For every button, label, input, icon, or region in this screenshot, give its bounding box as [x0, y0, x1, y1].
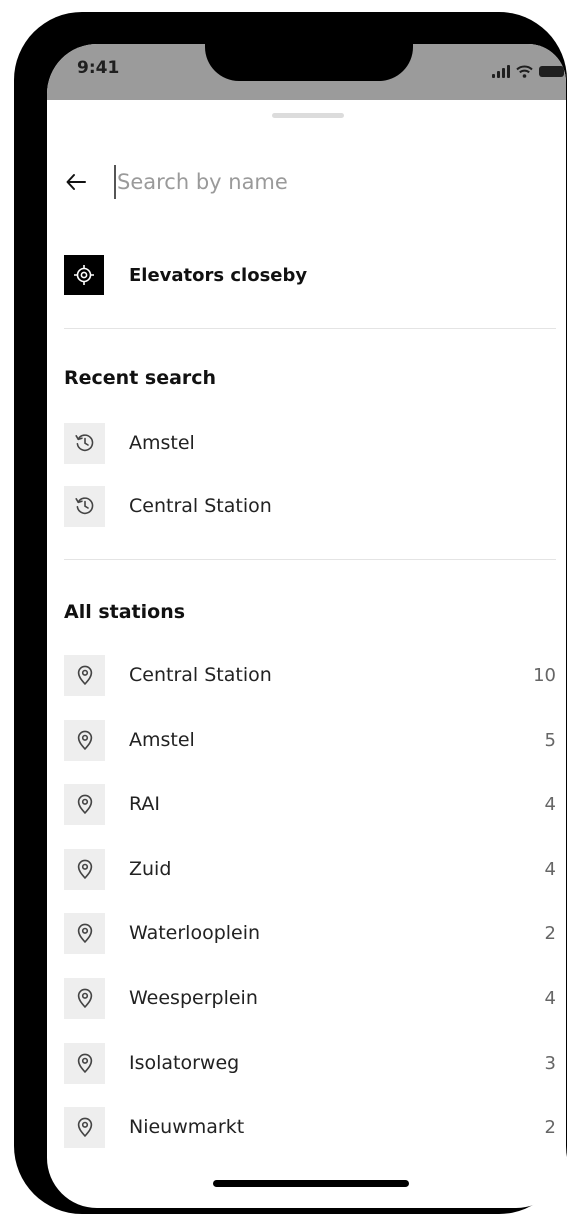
elevator-count: 4: [544, 987, 556, 1009]
elevator-count: 4: [544, 858, 556, 880]
divider: [64, 559, 556, 560]
station-name: Nieuwmarkt: [129, 1116, 245, 1138]
screen: 9:41 Search by name Elevators closeby Re…: [47, 44, 566, 1208]
recent-item-label: Amstel: [129, 432, 195, 454]
back-arrow-icon[interactable]: [64, 170, 88, 194]
elevator-count: 4: [544, 793, 556, 815]
location-pin-icon: [64, 912, 105, 954]
station-name: Zuid: [129, 858, 172, 880]
status-bar: 9:41: [47, 44, 566, 100]
elevator-count: 2: [544, 922, 556, 944]
station-item[interactable]: Waterlooplein 2: [64, 912, 556, 954]
station-name: Waterlooplein: [129, 922, 261, 944]
location-pin-icon: [64, 719, 105, 761]
text-cursor: [114, 165, 116, 199]
location-pin-icon: [64, 848, 105, 890]
location-pin-icon: [64, 1042, 105, 1084]
elevators-closeby-button[interactable]: Elevators closeby: [64, 255, 544, 295]
location-pin-icon: [64, 654, 105, 696]
elevators-closeby-label: Elevators closeby: [129, 264, 308, 286]
station-name: Weesperplein: [129, 987, 258, 1009]
history-icon: [64, 485, 105, 527]
station-item[interactable]: Zuid 4: [64, 848, 556, 890]
elevator-count: 10: [533, 664, 556, 686]
elevator-count: 5: [544, 729, 556, 751]
recent-item-label: Central Station: [129, 495, 272, 517]
home-indicator: [213, 1180, 409, 1187]
recent-item[interactable]: Central Station: [64, 485, 556, 527]
station-item[interactable]: Amstel 5: [64, 719, 556, 761]
station-name: Isolatorweg: [129, 1052, 240, 1074]
station-item[interactable]: Central Station 10: [64, 654, 556, 696]
sheet-grabber[interactable]: [272, 113, 344, 118]
station-item[interactable]: RAI 4: [64, 783, 556, 825]
signal-icon: [492, 64, 510, 78]
station-name: RAI: [129, 793, 161, 815]
search-input[interactable]: [117, 162, 537, 202]
station-item[interactable]: Weesperplein 4: [64, 977, 556, 1019]
search-bar: [64, 162, 544, 202]
station-item[interactable]: Nieuwmarkt 2: [64, 1106, 556, 1148]
phone-frame: 9:41 Search by name Elevators closeby Re…: [14, 12, 567, 1214]
status-icons: [492, 62, 564, 80]
battery-icon: [539, 65, 564, 77]
elevator-count: 2: [544, 1116, 556, 1138]
status-time: 9:41: [77, 58, 120, 78]
location-pin-icon: [64, 783, 105, 825]
divider: [64, 328, 556, 329]
recent-item[interactable]: Amstel: [64, 422, 556, 464]
all-stations-heading: All stations: [64, 601, 186, 623]
location-pin-icon: [64, 1106, 105, 1148]
crosshair-icon: [64, 255, 104, 295]
recent-search-heading: Recent search: [64, 367, 217, 389]
wifi-icon: [516, 65, 533, 78]
elevator-count: 3: [544, 1052, 556, 1074]
station-item[interactable]: Isolatorweg 3: [64, 1042, 556, 1084]
history-icon: [64, 422, 105, 464]
station-name: Amstel: [129, 729, 195, 751]
location-pin-icon: [64, 977, 105, 1019]
station-name: Central Station: [129, 664, 272, 686]
notch: [205, 44, 413, 81]
